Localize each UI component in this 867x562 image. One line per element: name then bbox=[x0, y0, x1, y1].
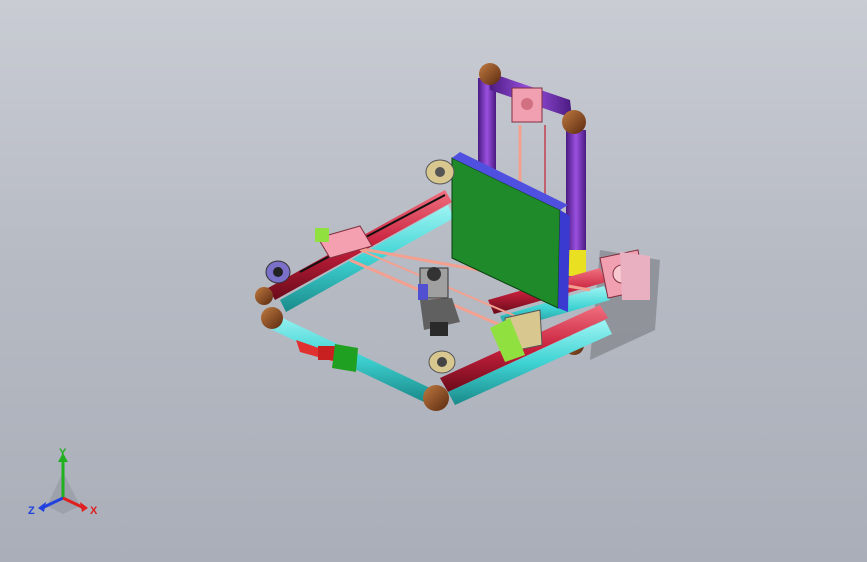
corner-fitting bbox=[562, 110, 586, 134]
corner-fitting bbox=[479, 63, 501, 85]
printer-model[interactable] bbox=[0, 0, 867, 562]
extruder bbox=[418, 267, 460, 336]
y-axis-label: Y bbox=[59, 447, 67, 459]
corner-fitting bbox=[261, 307, 283, 329]
axis-triad: Y Z X bbox=[20, 446, 110, 526]
3d-viewport[interactable]: Y Z X bbox=[0, 0, 867, 562]
z-axis-label: Z bbox=[28, 505, 35, 517]
corner-fitting bbox=[423, 385, 449, 411]
x-axis-label: X bbox=[90, 505, 98, 517]
print-bed bbox=[451, 152, 570, 312]
